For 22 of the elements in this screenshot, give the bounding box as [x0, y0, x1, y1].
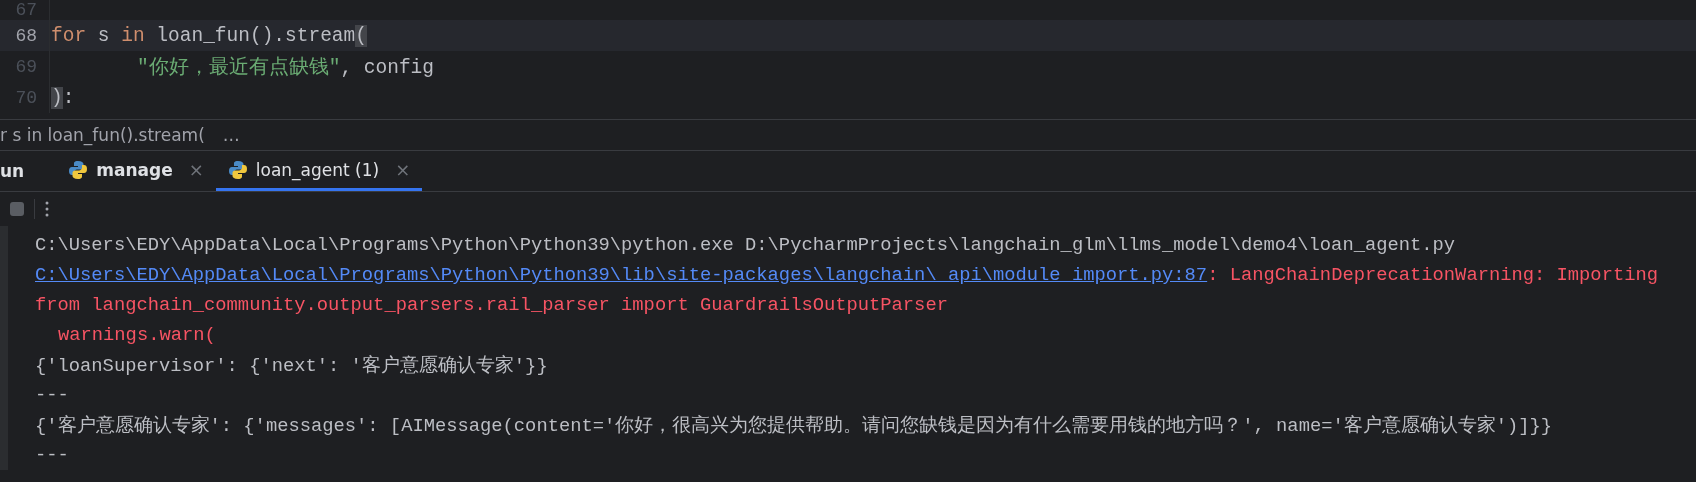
code-line: for s in loan_fun().stream(	[51, 24, 367, 47]
console-text: warnings.warn(	[58, 324, 216, 346]
breadcrumb[interactable]: r s in loan_fun().stream(	[0, 125, 205, 145]
close-icon[interactable]: ×	[395, 159, 411, 180]
run-tab[interactable]: loan_agent (1) ×	[215, 151, 423, 191]
console-text: C:\Users\EDY\AppData\Local\Programs\Python\Python39\python.exe D:\PycharmProjects\langchain_glm\llms_model\demo4\loan_agent.py	[35, 234, 1456, 256]
file-link[interactable]: C:\Users\EDY\AppData\Local\Programs\Python\Python39\lib\site-packages\langchain\_api\module_import.py:87	[35, 264, 1208, 286]
console-text: from langchain_community.output_parsers.rail_parser import GuardrailsOutputParser	[35, 294, 948, 316]
console-text: {'客户意愿确认专家': {'messages': [AIMessage(content='你好，很高兴为您提供帮助。请问您缺钱是因为有什么需要用钱的地方吗？', name='客户意愿确认专家')]}}	[35, 414, 1553, 438]
panel-title: un	[0, 161, 25, 181]
breadcrumb-more[interactable]: …	[222, 125, 240, 145]
line-number: 68	[15, 25, 37, 46]
console-text: : LangChainDeprecationWarning: Importing	[1207, 264, 1658, 286]
python-icon	[68, 159, 89, 180]
python-icon	[227, 159, 248, 180]
close-icon[interactable]: ×	[188, 159, 204, 180]
console-text: {'loanSupervisor': {'next': '客户意愿确认专家'}}	[35, 354, 548, 378]
console-text: ---	[35, 384, 69, 406]
console-text: ---	[35, 444, 69, 466]
run-tab[interactable]: manage ×	[56, 151, 216, 191]
code-line: "你好，最近有点缺钱", config	[136, 55, 435, 80]
more-icon[interactable]	[45, 201, 49, 217]
